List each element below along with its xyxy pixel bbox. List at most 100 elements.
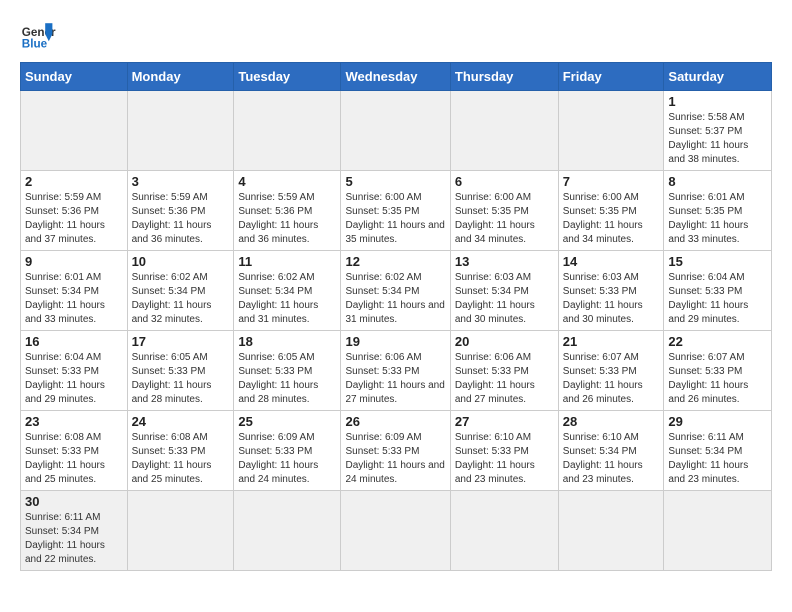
header: General Blue — [20, 16, 772, 52]
day-info: Sunrise: 6:03 AMSunset: 5:34 PMDaylight:… — [455, 271, 554, 327]
day-cell — [558, 91, 664, 171]
day-cell — [450, 91, 558, 171]
week-row-2: 9 Sunrise: 6:01 AMSunset: 5:34 PMDaylight… — [21, 251, 772, 331]
day-cell: 17Sunrise: 6:05 AMSunset: 5:33 PMDayligh… — [127, 331, 234, 411]
day-number: 4 — [238, 174, 336, 189]
page: General Blue SundayMondayTuesdayWednesda… — [0, 0, 792, 587]
day-info: Sunrise: 6:08 AMSunset: 5:33 PMDaylight:… — [25, 431, 123, 487]
day-number: 19 — [345, 334, 445, 349]
day-cell: 5Sunrise: 6:00 AMSunset: 5:35 PMDaylight… — [341, 171, 450, 251]
day-info: Sunrise: 6:04 AMSunset: 5:33 PMDaylight:… — [668, 271, 767, 327]
day-cell: 24 Sunrise: 6:08 AMSunset: 5:33 PMDayligh… — [127, 411, 234, 491]
day-info: Sunrise: 6:06 AMSunset: 5:33 PMDaylight:… — [345, 351, 445, 407]
day-number: 12 — [345, 254, 445, 269]
day-number: 8 — [668, 174, 767, 189]
day-info: Sunrise: 6:05 AMSunset: 5:33 PMDaylight:… — [238, 351, 336, 407]
calendar-table: SundayMondayTuesdayWednesdayThursdayFrid… — [20, 62, 772, 571]
day-cell — [127, 491, 234, 571]
day-cell: 8Sunrise: 6:01 AMSunset: 5:35 PMDaylight… — [664, 171, 772, 251]
day-cell: 13 Sunrise: 6:03 AMSunset: 5:34 PMDayligh… — [450, 251, 558, 331]
day-info: Sunrise: 6:02 AMSunset: 5:34 PMDaylight:… — [238, 271, 336, 327]
weekday-friday: Friday — [558, 63, 664, 91]
day-number: 9 — [25, 254, 123, 269]
day-info: Sunrise: 6:03 AMSunset: 5:33 PMDaylight:… — [563, 271, 660, 327]
day-cell: 26Sunrise: 6:09 AMSunset: 5:33 PMDayligh… — [341, 411, 450, 491]
day-cell: 11 Sunrise: 6:02 AMSunset: 5:34 PMDayligh… — [234, 251, 341, 331]
day-cell — [664, 491, 772, 571]
day-number: 29 — [668, 414, 767, 429]
day-cell — [341, 491, 450, 571]
day-info: Sunrise: 5:58 AMSunset: 5:37 PMDaylight:… — [668, 111, 767, 167]
day-cell: 19 Sunrise: 6:06 AMSunset: 5:33 PMDayligh… — [341, 331, 450, 411]
day-number: 30 — [25, 494, 123, 509]
day-cell: 22Sunrise: 6:07 AMSunset: 5:33 PMDayligh… — [664, 331, 772, 411]
day-info: Sunrise: 6:11 AMSunset: 5:34 PMDaylight:… — [25, 511, 123, 567]
day-number: 20 — [455, 334, 554, 349]
svg-text:Blue: Blue — [22, 38, 48, 51]
week-row-1: 2 Sunrise: 5:59 AMSunset: 5:36 PMDaylight… — [21, 171, 772, 251]
day-number: 15 — [668, 254, 767, 269]
day-cell — [234, 491, 341, 571]
day-cell: 21 Sunrise: 6:07 AMSunset: 5:33 PMDayligh… — [558, 331, 664, 411]
day-cell: 23 Sunrise: 6:08 AMSunset: 5:33 PMDayligh… — [21, 411, 128, 491]
day-number: 14 — [563, 254, 660, 269]
day-info: Sunrise: 6:05 AMSunset: 5:33 PMDaylight:… — [132, 351, 230, 407]
day-number: 26 — [345, 414, 445, 429]
weekday-sunday: Sunday — [21, 63, 128, 91]
day-cell: 16Sunrise: 6:04 AMSunset: 5:33 PMDayligh… — [21, 331, 128, 411]
day-cell — [127, 91, 234, 171]
day-cell: 7Sunrise: 6:00 AMSunset: 5:35 PMDaylight… — [558, 171, 664, 251]
day-cell — [234, 91, 341, 171]
day-number: 1 — [668, 94, 767, 109]
day-info: Sunrise: 6:01 AMSunset: 5:34 PMDaylight:… — [25, 271, 123, 327]
day-info: Sunrise: 6:11 AMSunset: 5:34 PMDaylight:… — [668, 431, 767, 487]
day-cell: 14 Sunrise: 6:03 AMSunset: 5:33 PMDayligh… — [558, 251, 664, 331]
day-cell: 29 Sunrise: 6:11 AMSunset: 5:34 PMDayligh… — [664, 411, 772, 491]
day-number: 13 — [455, 254, 554, 269]
weekday-tuesday: Tuesday — [234, 63, 341, 91]
day-number: 10 — [132, 254, 230, 269]
day-info: Sunrise: 5:59 AMSunset: 5:36 PMDaylight:… — [238, 191, 336, 247]
day-cell: 27Sunrise: 6:10 AMSunset: 5:33 PMDayligh… — [450, 411, 558, 491]
day-number: 24 — [132, 414, 230, 429]
day-number: 11 — [238, 254, 336, 269]
day-number: 22 — [668, 334, 767, 349]
weekday-header-row: SundayMondayTuesdayWednesdayThursdayFrid… — [21, 63, 772, 91]
day-info: Sunrise: 6:07 AMSunset: 5:33 PMDaylight:… — [563, 351, 660, 407]
weekday-saturday: Saturday — [664, 63, 772, 91]
day-info: Sunrise: 6:08 AMSunset: 5:33 PMDaylight:… — [132, 431, 230, 487]
day-cell: 28 Sunrise: 6:10 AMSunset: 5:34 PMDayligh… — [558, 411, 664, 491]
day-cell: 15 Sunrise: 6:04 AMSunset: 5:33 PMDayligh… — [664, 251, 772, 331]
day-cell — [21, 91, 128, 171]
day-info: Sunrise: 5:59 AMSunset: 5:36 PMDaylight:… — [132, 191, 230, 247]
weekday-thursday: Thursday — [450, 63, 558, 91]
day-cell: 18 Sunrise: 6:05 AMSunset: 5:33 PMDayligh… — [234, 331, 341, 411]
week-row-4: 23 Sunrise: 6:08 AMSunset: 5:33 PMDayligh… — [21, 411, 772, 491]
day-cell: 25Sunrise: 6:09 AMSunset: 5:33 PMDayligh… — [234, 411, 341, 491]
day-info: Sunrise: 6:04 AMSunset: 5:33 PMDaylight:… — [25, 351, 123, 407]
day-number: 5 — [345, 174, 445, 189]
week-row-3: 16Sunrise: 6:04 AMSunset: 5:33 PMDayligh… — [21, 331, 772, 411]
day-cell: 2 Sunrise: 5:59 AMSunset: 5:36 PMDaylight… — [21, 171, 128, 251]
week-row-5: 30 Sunrise: 6:11 AMSunset: 5:34 PMDayligh… — [21, 491, 772, 571]
day-number: 21 — [563, 334, 660, 349]
day-number: 18 — [238, 334, 336, 349]
day-cell: 1 Sunrise: 5:58 AMSunset: 5:37 PMDaylight… — [664, 91, 772, 171]
day-cell: 3Sunrise: 5:59 AMSunset: 5:36 PMDaylight… — [127, 171, 234, 251]
day-cell: 12 Sunrise: 6:02 AMSunset: 5:34 PMDayligh… — [341, 251, 450, 331]
weekday-wednesday: Wednesday — [341, 63, 450, 91]
day-cell — [450, 491, 558, 571]
day-number: 28 — [563, 414, 660, 429]
day-info: Sunrise: 5:59 AMSunset: 5:36 PMDaylight:… — [25, 191, 123, 247]
day-number: 6 — [455, 174, 554, 189]
day-info: Sunrise: 6:02 AMSunset: 5:34 PMDaylight:… — [345, 271, 445, 327]
day-info: Sunrise: 6:06 AMSunset: 5:33 PMDaylight:… — [455, 351, 554, 407]
day-number: 2 — [25, 174, 123, 189]
day-number: 27 — [455, 414, 554, 429]
day-number: 23 — [25, 414, 123, 429]
logo: General Blue — [20, 16, 60, 52]
day-info: Sunrise: 6:10 AMSunset: 5:34 PMDaylight:… — [563, 431, 660, 487]
day-cell — [558, 491, 664, 571]
day-info: Sunrise: 6:00 AMSunset: 5:35 PMDaylight:… — [455, 191, 554, 247]
day-cell: 20 Sunrise: 6:06 AMSunset: 5:33 PMDayligh… — [450, 331, 558, 411]
